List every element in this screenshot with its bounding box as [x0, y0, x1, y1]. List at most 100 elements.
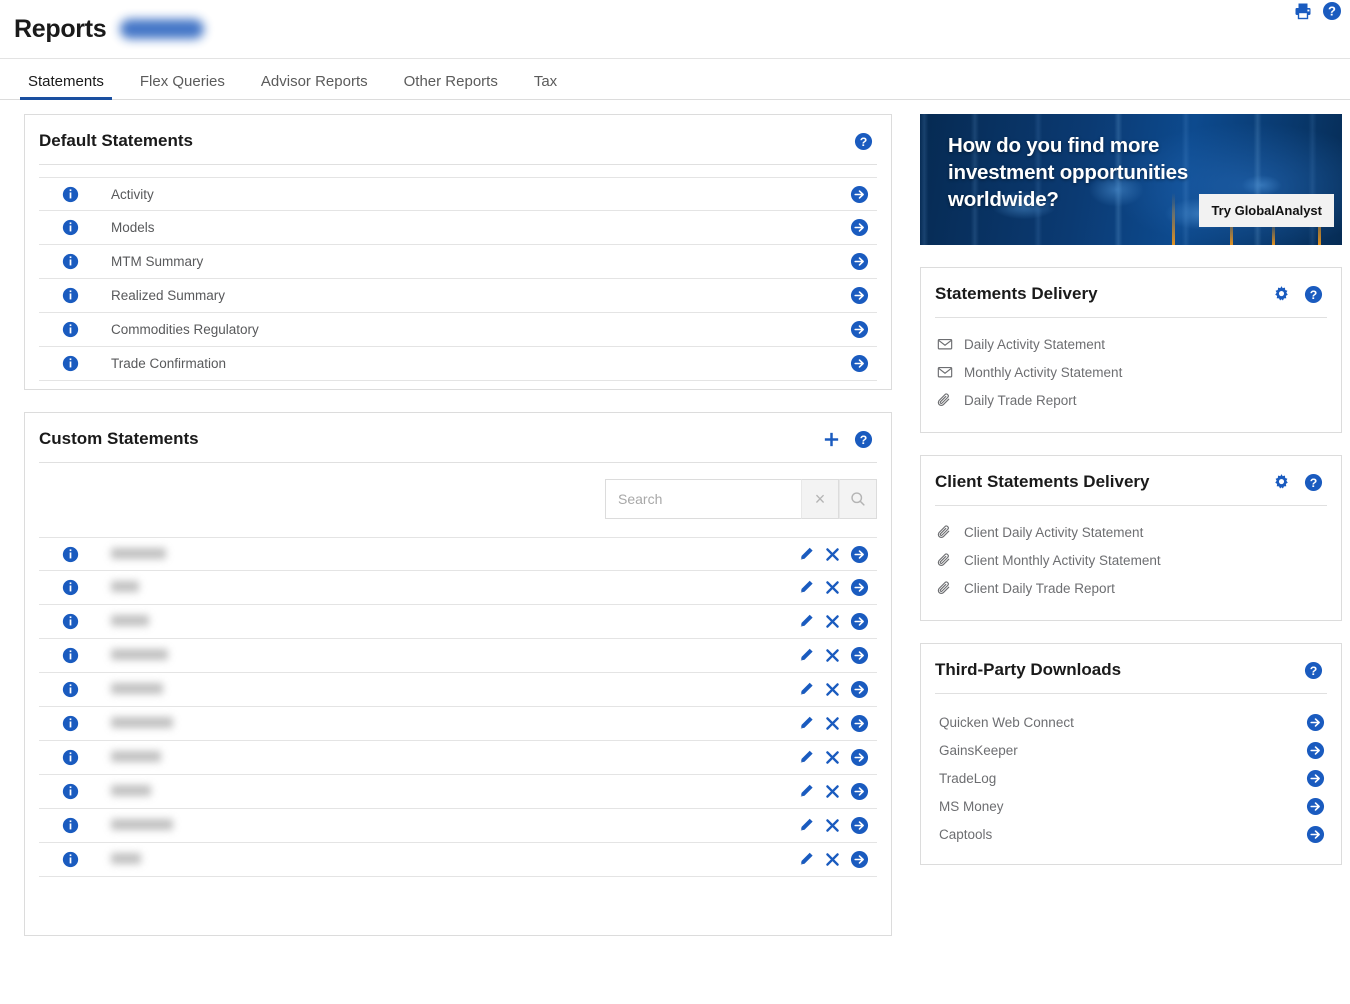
tab-flex-queries[interactable]: Flex Queries — [122, 73, 243, 99]
help-icon[interactable]: ? — [1304, 661, 1323, 680]
gear-icon[interactable] — [1272, 285, 1291, 304]
delete-icon[interactable] — [825, 547, 840, 562]
edit-icon[interactable] — [798, 851, 815, 868]
table-row[interactable] — [39, 809, 877, 843]
edit-icon[interactable] — [798, 817, 815, 834]
delete-icon[interactable] — [825, 648, 840, 663]
help-icon[interactable]: ? — [1304, 473, 1323, 492]
info-icon[interactable] — [39, 613, 101, 630]
go-arrow-icon[interactable] — [1306, 741, 1325, 760]
go-arrow-icon[interactable] — [1306, 769, 1325, 788]
clear-search-button[interactable]: × — [801, 479, 839, 519]
go-arrow-icon[interactable] — [850, 286, 869, 305]
info-icon[interactable] — [39, 749, 101, 766]
table-row[interactable] — [39, 741, 877, 775]
list-item[interactable]: Activity — [39, 177, 877, 211]
go-arrow-icon[interactable] — [850, 185, 869, 204]
info-icon[interactable] — [39, 647, 101, 664]
table-row[interactable] — [39, 775, 877, 809]
tab-tax[interactable]: Tax — [516, 73, 575, 99]
edit-icon[interactable] — [798, 749, 815, 766]
promo-banner[interactable]: How do you find more investment opportun… — [920, 114, 1342, 245]
go-arrow-icon[interactable] — [850, 578, 869, 597]
table-row[interactable] — [39, 605, 877, 639]
info-icon[interactable] — [39, 851, 101, 868]
list-item[interactable]: Commodities Regulatory — [39, 313, 877, 347]
edit-icon[interactable] — [798, 546, 815, 563]
go-arrow-icon[interactable] — [850, 218, 869, 237]
list-item[interactable]: Monthly Activity Statement — [937, 358, 1325, 386]
info-icon[interactable] — [39, 783, 101, 800]
list-item[interactable]: TradeLog — [939, 764, 1325, 792]
banner-cta-button[interactable]: Try GlobalAnalyst — [1199, 194, 1334, 227]
go-arrow-icon[interactable] — [850, 545, 869, 564]
info-icon[interactable] — [39, 253, 101, 270]
list-item[interactable]: MTM Summary — [39, 245, 877, 279]
info-icon[interactable] — [39, 186, 101, 203]
go-arrow-icon[interactable] — [850, 782, 869, 801]
add-icon[interactable] — [822, 430, 841, 449]
list-item[interactable]: Client Daily Activity Statement — [937, 518, 1325, 546]
delete-icon[interactable] — [825, 750, 840, 765]
table-row[interactable] — [39, 571, 877, 605]
go-arrow-icon[interactable] — [1306, 825, 1325, 844]
info-icon[interactable] — [39, 817, 101, 834]
edit-icon[interactable] — [798, 647, 815, 664]
go-arrow-icon[interactable] — [850, 816, 869, 835]
delete-icon[interactable] — [825, 784, 840, 799]
go-arrow-icon[interactable] — [850, 646, 869, 665]
info-icon[interactable] — [39, 579, 101, 596]
help-icon[interactable]: ? — [1304, 285, 1323, 304]
info-icon[interactable] — [39, 355, 101, 372]
help-icon[interactable]: ? — [854, 132, 873, 151]
table-row[interactable] — [39, 843, 877, 877]
list-item[interactable]: Client Monthly Activity Statement — [937, 546, 1325, 574]
list-item[interactable]: Client Daily Trade Report — [937, 574, 1325, 602]
gear-icon[interactable] — [1272, 473, 1291, 492]
edit-icon[interactable] — [798, 715, 815, 732]
list-item[interactable]: Quicken Web Connect — [939, 708, 1325, 736]
table-row[interactable] — [39, 537, 877, 571]
info-icon[interactable] — [39, 681, 101, 698]
search-submit-button[interactable] — [839, 479, 877, 519]
info-icon[interactable] — [39, 219, 101, 236]
delete-icon[interactable] — [825, 682, 840, 697]
tab-statements[interactable]: Statements — [10, 73, 122, 100]
delete-icon[interactable] — [825, 716, 840, 731]
print-icon[interactable] — [1293, 1, 1313, 21]
list-item[interactable]: Realized Summary — [39, 279, 877, 313]
go-arrow-icon[interactable] — [850, 850, 869, 869]
list-item[interactable]: GainsKeeper — [939, 736, 1325, 764]
list-item[interactable]: MS Money — [939, 792, 1325, 820]
edit-icon[interactable] — [798, 579, 815, 596]
list-item[interactable]: Captools — [939, 820, 1325, 848]
list-item[interactable]: Trade Confirmation — [39, 347, 877, 381]
delete-icon[interactable] — [825, 580, 840, 595]
tab-other-reports[interactable]: Other Reports — [386, 73, 516, 99]
tab-advisor-reports[interactable]: Advisor Reports — [243, 73, 386, 99]
edit-icon[interactable] — [798, 783, 815, 800]
edit-icon[interactable] — [798, 681, 815, 698]
go-arrow-icon[interactable] — [850, 748, 869, 767]
list-item[interactable]: Models — [39, 211, 877, 245]
go-arrow-icon[interactable] — [1306, 797, 1325, 816]
go-arrow-icon[interactable] — [850, 320, 869, 339]
go-arrow-icon[interactable] — [850, 354, 869, 373]
table-row[interactable] — [39, 707, 877, 741]
go-arrow-icon[interactable] — [850, 714, 869, 733]
go-arrow-icon[interactable] — [1306, 713, 1325, 732]
edit-icon[interactable] — [798, 613, 815, 630]
go-arrow-icon[interactable] — [850, 612, 869, 631]
info-icon[interactable] — [39, 287, 101, 304]
delete-icon[interactable] — [825, 614, 840, 629]
delete-icon[interactable] — [825, 818, 840, 833]
info-icon[interactable] — [39, 321, 101, 338]
table-row[interactable] — [39, 673, 877, 707]
list-item[interactable]: Daily Trade Report — [937, 386, 1325, 414]
help-icon[interactable]: ? — [854, 430, 873, 449]
go-arrow-icon[interactable] — [850, 680, 869, 699]
info-icon[interactable] — [39, 546, 101, 563]
go-arrow-icon[interactable] — [850, 252, 869, 271]
info-icon[interactable] — [39, 715, 101, 732]
help-icon[interactable]: ? — [1322, 1, 1342, 21]
